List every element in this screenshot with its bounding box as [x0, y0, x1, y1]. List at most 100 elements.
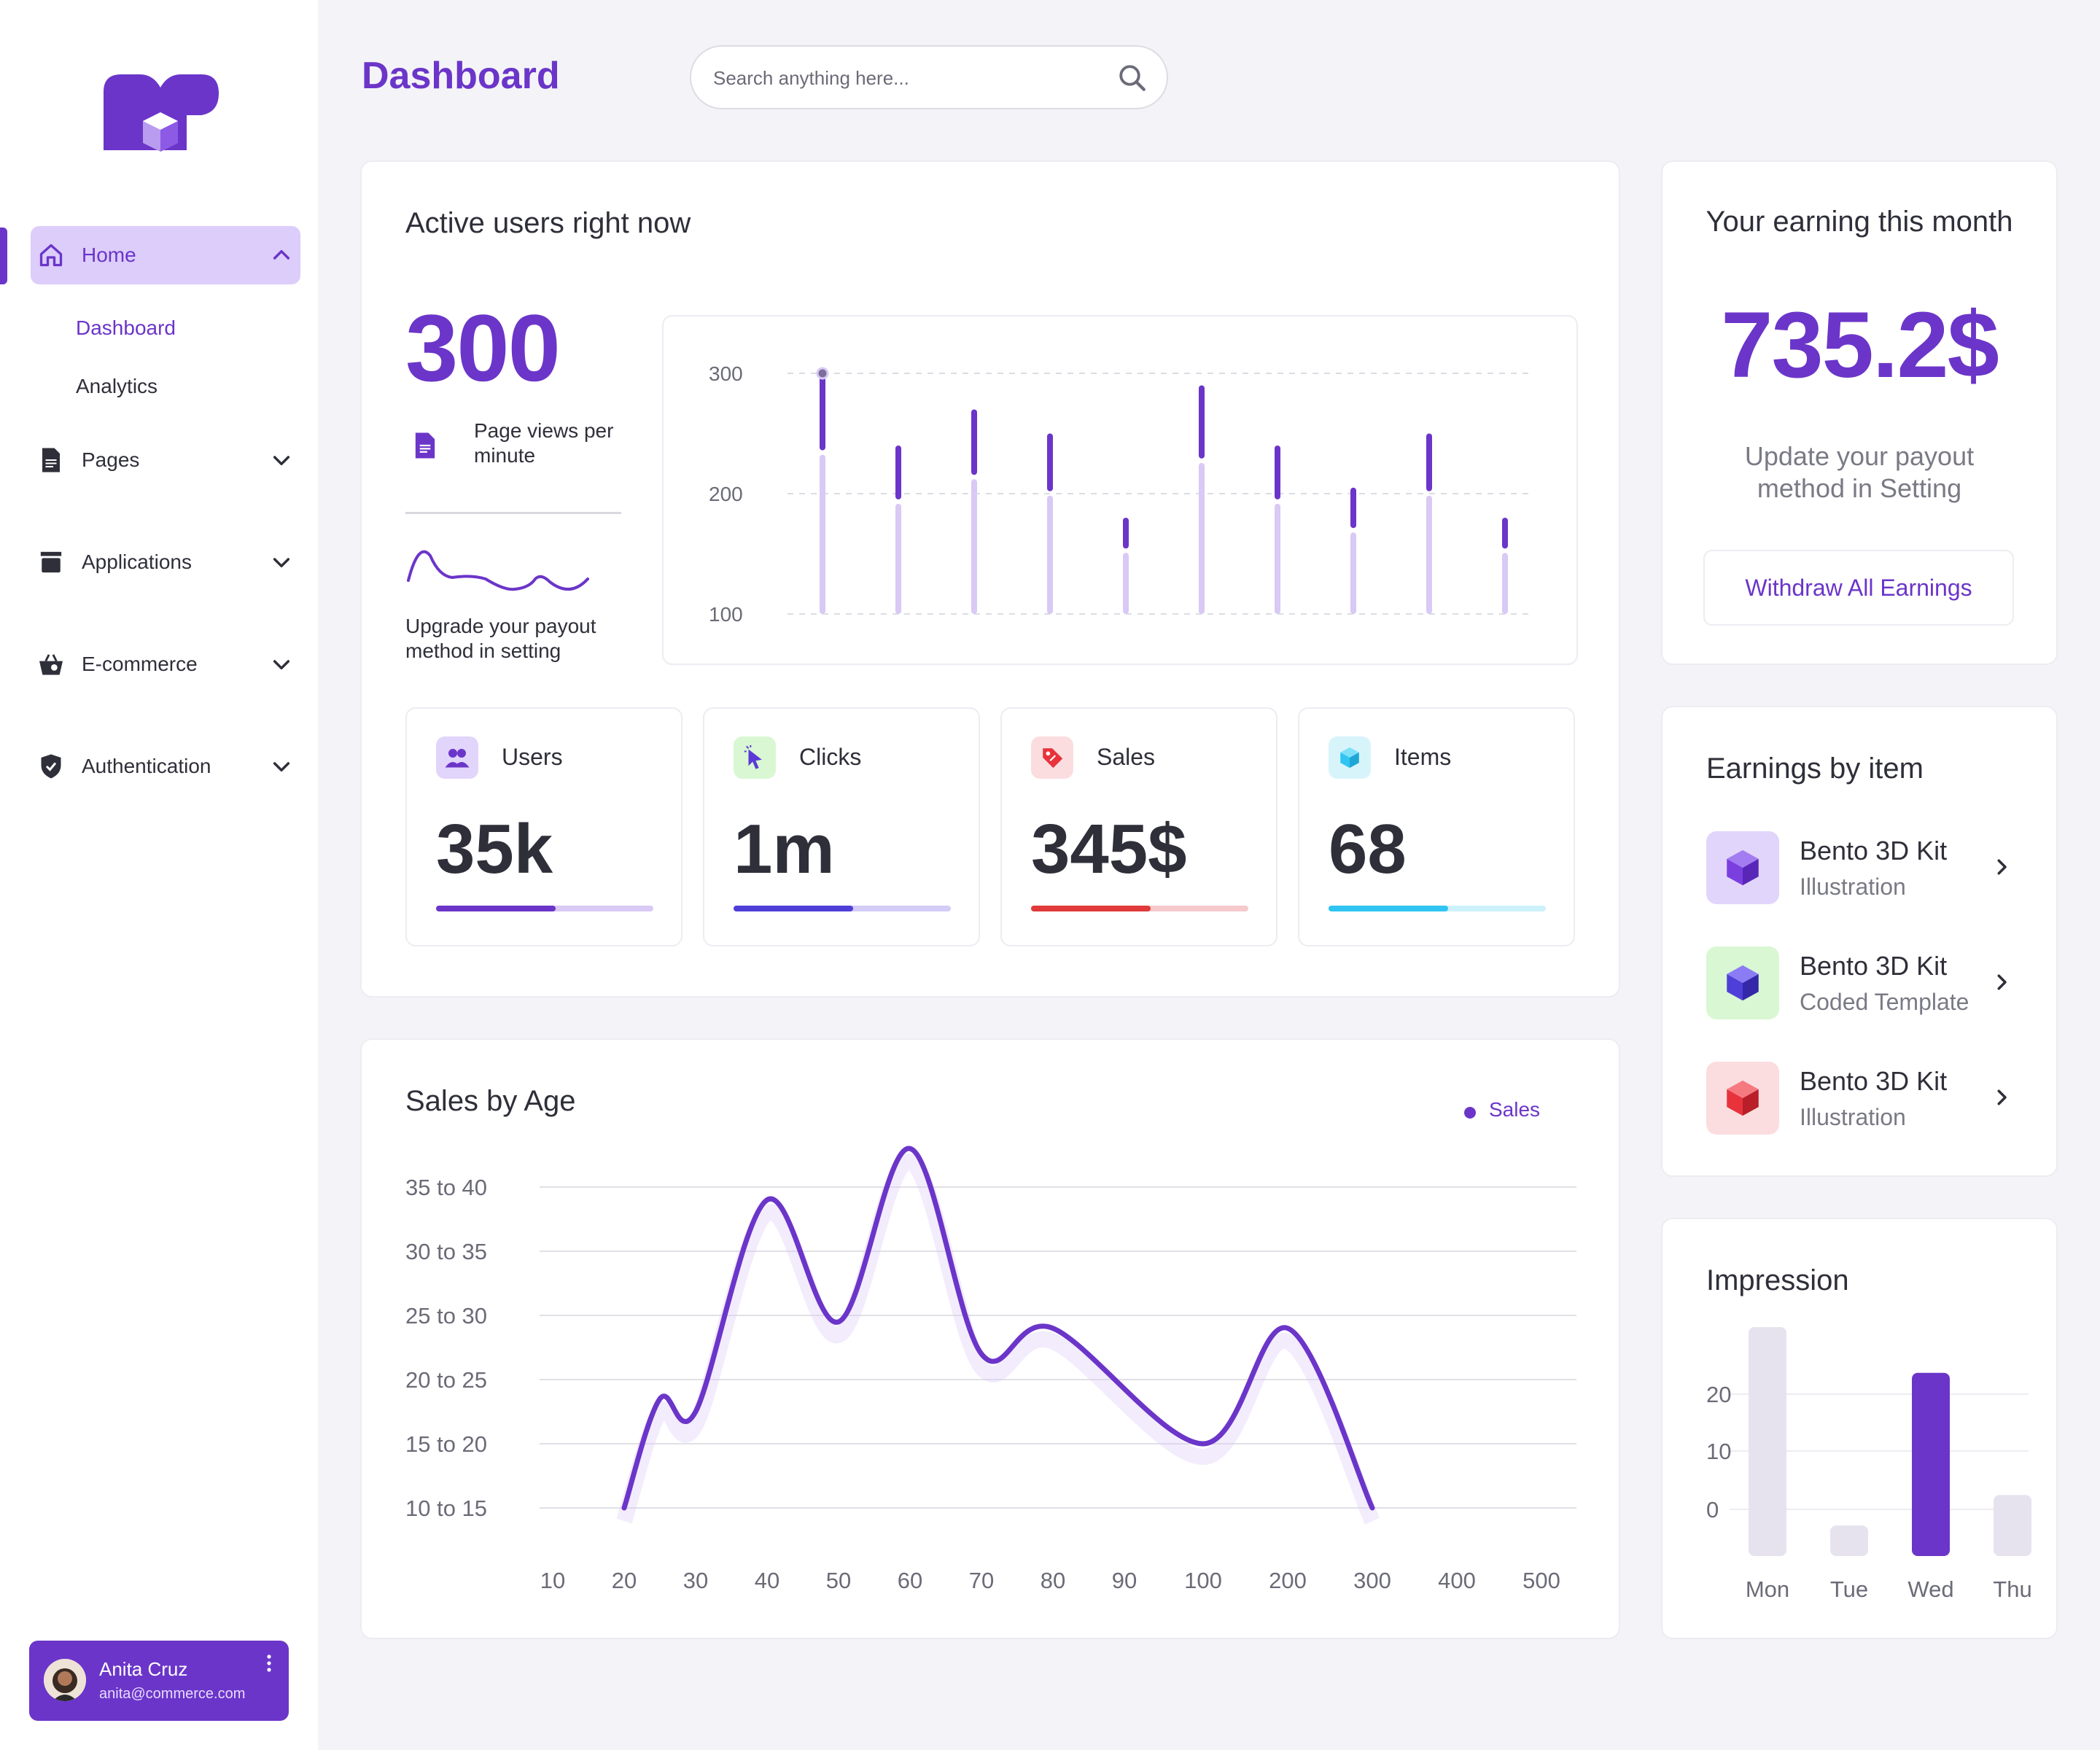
sidebar-item-authentication[interactable]: Authentication [31, 741, 300, 792]
search-icon[interactable] [1117, 63, 1148, 93]
card-title: Earnings by item [1706, 752, 1924, 785]
search-input[interactable] [712, 61, 1094, 95]
y-tick-label: 35 to 40 [405, 1175, 487, 1200]
bar [1350, 487, 1356, 529]
m-logo-icon[interactable] [99, 70, 223, 158]
chevron-down-icon[interactable] [270, 448, 293, 472]
sidebar-item-applications[interactable]: Applications [31, 537, 300, 588]
active-users-count: 300 [405, 295, 561, 401]
bar-base [1426, 495, 1432, 614]
chevron-right-icon[interactable] [1991, 856, 2012, 878]
stat-value: 68 [1329, 810, 1407, 888]
home-icon [36, 241, 66, 270]
sidebar-item-label: Home [82, 244, 136, 266]
stat-label: Clicks [799, 744, 862, 770]
bar [1199, 385, 1205, 459]
page-title: Dashboard [362, 55, 560, 97]
stat-card-clicks[interactable]: Clicks 1m [703, 707, 980, 946]
stat-label: Users [502, 744, 563, 770]
upgrade-text: Upgrade your payout method in setting [405, 615, 596, 662]
active-nav-indicator [0, 228, 7, 284]
list-item[interactable]: Bento 3D Kit Coded Template [1706, 946, 2012, 1019]
bar-base [895, 503, 901, 614]
bar-base [971, 479, 977, 614]
chevron-down-icon[interactable] [270, 653, 293, 676]
series-line [621, 1146, 1375, 1511]
user-email: anita@commerce.com [99, 1686, 246, 1702]
y-tick-label: 25 to 30 [405, 1303, 487, 1329]
sidebar-item-e-commerce[interactable]: E-commerce [31, 639, 300, 690]
list-item[interactable]: Bento 3D Kit Illustration [1706, 1062, 2012, 1135]
avatar [44, 1659, 86, 1701]
y-tick-label: 200 [709, 483, 743, 505]
x-tick-label: 400 [1438, 1568, 1476, 1593]
shield-icon [36, 752, 66, 781]
x-tick-label: 300 [1353, 1568, 1391, 1593]
bar [1749, 1327, 1786, 1556]
stat-card-users[interactable]: Users 35k [405, 707, 682, 946]
user-profile-card[interactable]: Anita Cruz anita@commerce.com [29, 1641, 289, 1721]
sidebar-subitem-analytics[interactable]: Analytics [76, 375, 158, 398]
bar [1047, 433, 1053, 491]
sales-by-age-line-chart: 35 to 40 30 to 35 25 to 30 20 to 25 15 to 20… [405, 1146, 1576, 1593]
stat-progress-track [734, 906, 951, 911]
page-views-label: Page views per minute [474, 419, 614, 467]
bar [1502, 518, 1508, 549]
x-tick-label: Tue [1830, 1576, 1868, 1602]
bar [1830, 1525, 1868, 1556]
earning-card: Your earning this month 735.2$ Update yo… [1661, 160, 2058, 665]
basket-icon [36, 650, 66, 679]
x-tick-label: Thu [1993, 1576, 2031, 1602]
x-tick-label: 100 [1184, 1568, 1222, 1593]
chevron-down-icon[interactable] [270, 755, 293, 778]
item-name: Bento 3D Kit [1800, 951, 1948, 981]
y-tick-label: 15 to 20 [405, 1431, 487, 1457]
cube-red-icon [1706, 1062, 1779, 1135]
cursor-icon [734, 736, 776, 779]
impression-bar-chart: 20 10 0 Mon Tue Wed Thu [1706, 1327, 2032, 1602]
sidebar-item-pages[interactable]: Pages [31, 435, 300, 486]
sidebar-subitem-dashboard[interactable]: Dashboard [76, 316, 176, 340]
bar-base [1350, 532, 1356, 614]
bar-base [1047, 495, 1053, 614]
stat-label: Items [1394, 744, 1452, 770]
sales-by-age-card: Sales by Age Sales 35 to 40 30 to 35 25 to… [360, 1038, 1620, 1639]
y-tick-label: 20 to 25 [405, 1367, 487, 1393]
divider [405, 512, 621, 514]
sidebar-item-home[interactable]: Home [31, 226, 300, 284]
bar [820, 373, 825, 451]
withdraw-all-earnings-button[interactable]: Withdraw All Earnings [1703, 550, 2014, 626]
archive-icon [36, 548, 66, 577]
bar [1912, 1372, 1950, 1556]
user-name: Anita Cruz [99, 1658, 188, 1680]
bar [1994, 1495, 2031, 1556]
stat-progress-track [1329, 906, 1546, 911]
stat-card-sales[interactable]: Sales 345$ [1000, 707, 1278, 946]
search-bar[interactable] [690, 45, 1168, 109]
x-tick-label: Mon [1746, 1576, 1789, 1602]
stat-value: 345$ [1031, 810, 1187, 888]
chevron-right-icon[interactable] [1991, 971, 2012, 993]
x-tick-label: 40 [755, 1568, 779, 1593]
bar [1275, 446, 1280, 499]
bar [895, 446, 901, 499]
stat-progress-track [436, 906, 653, 911]
stat-card-items[interactable]: Items 68 [1298, 707, 1575, 946]
active-users-card: Active users right now 300 Page views pe… [360, 160, 1620, 998]
active-users-chart: 300 200 100 [662, 315, 1578, 665]
list-item[interactable]: Bento 3D Kit Illustration [1706, 831, 2012, 904]
chevron-right-icon[interactable] [1991, 1086, 2012, 1108]
bar-base [820, 454, 825, 614]
chevron-up-icon[interactable] [270, 244, 293, 267]
x-tick-label: 10 [540, 1568, 565, 1593]
stat-progress-fill [1031, 906, 1151, 911]
sidebar-item-label: Applications [82, 551, 192, 573]
chevron-down-icon[interactable] [270, 551, 293, 574]
stat-progress-track [1031, 906, 1248, 911]
cube-blue-icon [1706, 946, 1779, 1019]
more-options-icon[interactable] [265, 1654, 273, 1674]
bar-peak-marker [816, 367, 829, 380]
stat-value: 35k [436, 810, 553, 888]
bar-base [1123, 553, 1129, 614]
earning-subtitle: Update your payout method in Setting [1744, 441, 1975, 503]
